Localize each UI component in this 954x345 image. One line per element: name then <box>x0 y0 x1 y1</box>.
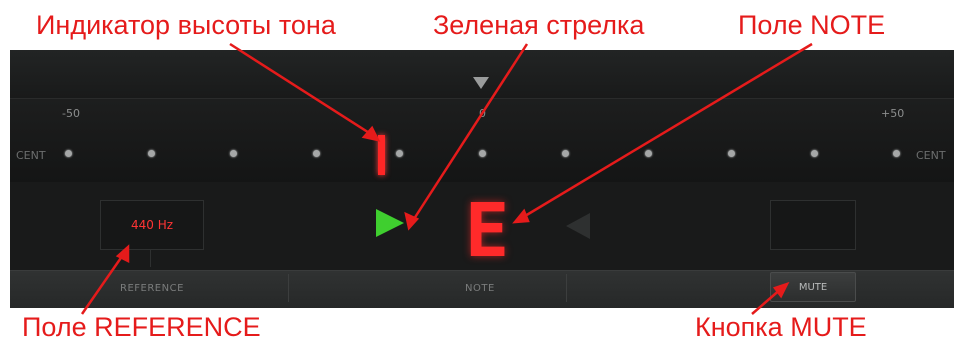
scale-dot <box>230 150 237 157</box>
scale-dot <box>479 150 486 157</box>
scale-dot <box>65 150 72 157</box>
divider <box>288 274 289 302</box>
scale-dot <box>396 150 403 157</box>
callout-note-field: Поле NOTE <box>738 10 886 40</box>
pitch-indicator <box>378 135 385 175</box>
scale-dot <box>893 150 900 157</box>
scale-dot <box>562 150 569 157</box>
mute-indicator-box <box>770 200 856 250</box>
cent-unit-left: CENT <box>16 149 46 162</box>
callout-mute-button: Кнопка MUTE <box>695 312 867 342</box>
top-strip <box>10 50 954 98</box>
scale-dot <box>811 150 818 157</box>
callout-reference-field: Поле REFERENCE <box>22 312 261 342</box>
reference-label: REFERENCE <box>120 283 184 294</box>
mute-button[interactable]: MUTE <box>770 272 856 302</box>
callout-pitch-indicator: Индикатор высоты тона <box>36 10 336 40</box>
reference-field[interactable]: 440 Hz <box>100 200 204 250</box>
scale-min-label: -50 <box>62 107 80 120</box>
scale-max-label: +50 <box>881 107 905 120</box>
triangle-down-icon <box>473 77 489 89</box>
scale-dot <box>728 150 735 157</box>
cent-unit-right: CENT <box>916 149 946 162</box>
scale-dot <box>148 150 155 157</box>
arrow-left-icon <box>566 213 590 239</box>
scale-dot <box>313 150 320 157</box>
divider <box>566 274 567 302</box>
tuner-panel: -50 0 +50 CENT CENT 440 Hz E REFERENCE N… <box>10 50 954 308</box>
arrow-right-icon <box>376 209 404 237</box>
scale-center-label: 0 <box>479 107 486 120</box>
reference-stem <box>150 249 151 267</box>
callout-green-arrow: Зеленая стрелка <box>433 10 645 40</box>
scale-dot <box>645 150 652 157</box>
reference-value: 440 Hz <box>130 218 174 232</box>
note-label: NOTE <box>465 283 495 294</box>
note-display: E <box>464 188 510 274</box>
